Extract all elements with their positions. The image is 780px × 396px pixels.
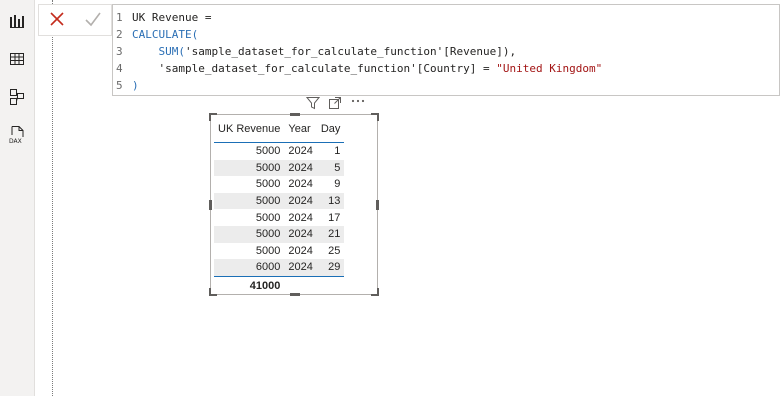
cancel-button[interactable] — [49, 11, 65, 30]
dax-query-view-button[interactable]: DAX — [4, 122, 30, 148]
cell-year: 2024 — [288, 145, 313, 158]
cell-day: 25 — [328, 244, 341, 257]
cell-year: 2024 — [284, 225, 317, 243]
total-uk-revenue: 41000 — [214, 275, 285, 295]
cell-year: 2024 — [288, 244, 313, 257]
filter-string-literal: "United Kingdom" — [496, 62, 603, 75]
table-view-button[interactable] — [4, 46, 30, 72]
total-year-empty — [284, 275, 317, 295]
table-row: 6000 2024 29 — [214, 259, 345, 277]
table-row: 5000 2024 1 — [214, 143, 344, 160]
line-number: 1 — [116, 11, 123, 24]
table-row: 5000 2024 9 — [214, 176, 344, 193]
resize-handle-bottom-right[interactable] — [371, 288, 379, 296]
total-day-empty — [316, 275, 345, 295]
table-row: 5000 2024 21 — [214, 225, 345, 243]
table-row: 5000 2024 5 — [214, 159, 345, 177]
column-header-year[interactable]: Year — [284, 119, 317, 143]
cell-year: 2024 — [288, 178, 313, 191]
table-row: 5000 2024 25 — [214, 243, 344, 260]
line-number: 3 — [116, 45, 123, 58]
cell-day: 21 — [316, 225, 345, 243]
more-options-button[interactable] — [350, 96, 366, 113]
column-header-uk-revenue[interactable]: UK Revenue — [214, 119, 285, 143]
table-view-icon — [10, 53, 24, 65]
cell-year: 2024 — [284, 159, 317, 177]
visual-header — [305, 96, 366, 113]
revenue-column-ref: 'sample_dataset_for_calculate_function'[… — [185, 45, 517, 58]
cell-uk-revenue: 6000 — [214, 259, 285, 277]
line-number: 4 — [116, 62, 123, 75]
cell-uk-revenue: 5000 — [255, 145, 281, 158]
model-view-icon — [10, 89, 24, 105]
cell-year: 2024 — [288, 211, 313, 224]
canvas-guide-line — [52, 0, 53, 396]
measure-declaration: UK Revenue = — [132, 11, 212, 24]
resize-handle-top[interactable] — [290, 113, 300, 116]
dax-formula-editor[interactable]: 1 UK Revenue = 2 CALCULATE( 3 SUM('sample_… — [112, 4, 780, 96]
filter-icon — [305, 96, 321, 109]
code-line-3: 3 SUM('sample_dataset_for_calculate_func… — [113, 43, 516, 60]
column-header-day[interactable]: Day — [316, 119, 345, 143]
country-column-ref: 'sample_dataset_for_calculate_function'[… — [158, 62, 497, 75]
cell-year: 2024 — [284, 192, 317, 210]
more-options-icon — [351, 99, 365, 102]
resize-handle-right[interactable] — [376, 200, 379, 210]
cell-uk-revenue: 5000 — [255, 178, 281, 191]
cell-year: 2024 — [284, 259, 317, 277]
report-view-icon — [10, 15, 24, 28]
cell-day: 17 — [328, 211, 341, 224]
table-row: 5000 2024 13 — [214, 192, 345, 210]
table-visual[interactable]: UK Revenue Year Day 5000 2024 1 5000 2024 5 … — [209, 113, 379, 296]
commit-button[interactable] — [84, 11, 102, 30]
report-view-button[interactable] — [4, 8, 30, 34]
cell-uk-revenue: 5000 — [214, 159, 285, 177]
cell-uk-revenue: 5000 — [255, 244, 281, 257]
focus-mode-button[interactable] — [328, 96, 342, 113]
cell-uk-revenue: 5000 — [214, 225, 285, 243]
dax-query-view-icon: DAX — [9, 126, 24, 145]
line-number: 5 — [116, 79, 123, 92]
formula-bar-actions — [38, 4, 112, 36]
line-number: 2 — [116, 28, 123, 41]
cell-day: 29 — [316, 259, 345, 277]
cell-day: 5 — [316, 159, 345, 177]
focus-mode-icon — [329, 96, 341, 109]
table-total-row: 41000 — [214, 275, 345, 295]
table-row: 5000 2024 17 — [214, 209, 344, 226]
code-line-2: 2 CALCULATE( — [113, 26, 198, 43]
cell-day: 13 — [316, 192, 345, 210]
close-icon — [49, 11, 64, 26]
code-line-1: 1 UK Revenue = — [113, 9, 211, 26]
closing-paren: ) — [132, 79, 139, 92]
sum-keyword: SUM( — [158, 45, 186, 58]
cell-day: 1 — [334, 145, 341, 158]
calculate-keyword: CALCULATE( — [132, 28, 199, 41]
check-icon — [84, 12, 101, 26]
filter-button[interactable] — [305, 96, 321, 113]
cell-uk-revenue: 5000 — [255, 211, 281, 224]
dax-label: DAX — [9, 138, 22, 145]
table-header-row: UK Revenue Year Day — [214, 119, 345, 143]
view-rail: DAX — [0, 0, 35, 396]
data-table: UK Revenue Year Day 5000 2024 1 5000 2024 5 … — [214, 119, 345, 295]
resize-handle-top-right[interactable] — [371, 113, 379, 121]
code-line-4: 4 'sample_dataset_for_calculate_function… — [113, 60, 602, 77]
resize-handle-left[interactable] — [209, 200, 212, 210]
model-view-button[interactable] — [4, 84, 30, 110]
cell-uk-revenue: 5000 — [214, 192, 285, 210]
code-line-5: 5) — [113, 77, 139, 94]
cell-day: 9 — [334, 178, 341, 191]
